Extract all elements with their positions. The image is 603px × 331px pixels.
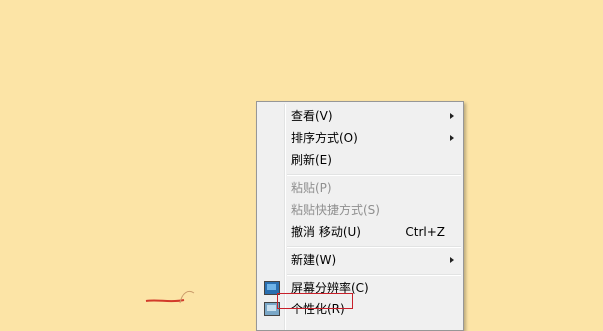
menu-item-label: 排序方式(O) bbox=[291, 131, 358, 145]
menu-item-label: 撤消 移动(U) bbox=[291, 225, 361, 239]
menu-separator bbox=[287, 246, 461, 248]
submenu-arrow-icon bbox=[450, 257, 454, 263]
menu-item-paste[interactable]: 粘贴(P) bbox=[259, 177, 461, 199]
menu-item-label: 粘贴(P) bbox=[291, 181, 332, 195]
submenu-arrow-icon bbox=[450, 135, 454, 141]
menu-separator bbox=[287, 174, 461, 176]
menu-item-label: 刷新(E) bbox=[291, 153, 332, 167]
menu-item-new[interactable]: 新建(W) bbox=[259, 249, 461, 271]
annotation-highlight-box bbox=[277, 293, 353, 309]
menu-item-undo-move[interactable]: 撤消 移动(U) Ctrl+Z bbox=[259, 221, 461, 243]
menu-item-label: 粘贴快捷方式(S) bbox=[291, 203, 380, 217]
menu-item-paste-shortcut[interactable]: 粘贴快捷方式(S) bbox=[259, 199, 461, 221]
menu-separator bbox=[287, 274, 461, 276]
menu-item-sort-by[interactable]: 排序方式(O) bbox=[259, 127, 461, 149]
wallpaper-decoration bbox=[145, 290, 195, 304]
menu-item-refresh[interactable]: 刷新(E) bbox=[259, 149, 461, 171]
menu-item-label: 新建(W) bbox=[291, 253, 337, 267]
menu-item-shortcut: Ctrl+Z bbox=[405, 225, 445, 239]
submenu-arrow-icon bbox=[450, 113, 454, 119]
menu-item-view[interactable]: 查看(V) bbox=[259, 105, 461, 127]
menu-item-label: 查看(V) bbox=[291, 109, 333, 123]
